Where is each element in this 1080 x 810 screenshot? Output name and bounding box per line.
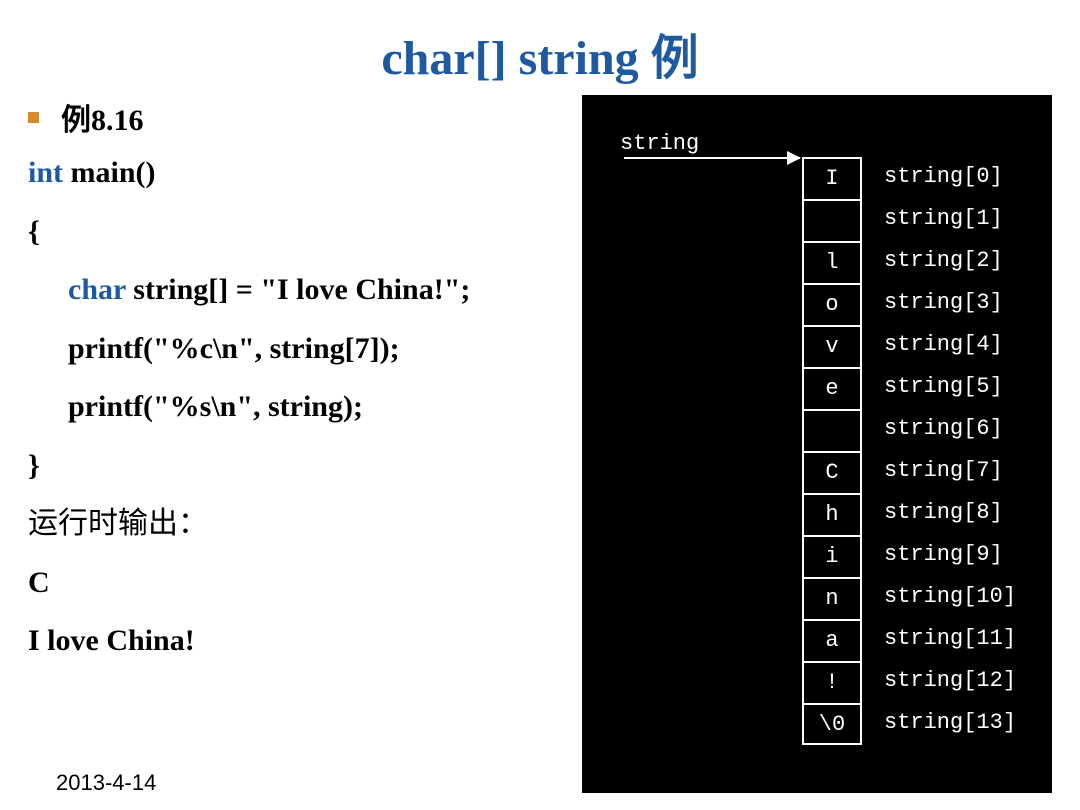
index-label: string[10] bbox=[878, 577, 1016, 619]
cell: o bbox=[802, 283, 862, 325]
content-area: 例8.16 int main() { char string[] = "I lo… bbox=[28, 95, 588, 680]
memory-diagram: string I l o v e C h i n a ! \0 string[0… bbox=[582, 95, 1052, 793]
index-label: string[13] bbox=[878, 703, 1016, 745]
cell: C bbox=[802, 451, 862, 493]
cell: h bbox=[802, 493, 862, 535]
bullet-icon bbox=[28, 112, 39, 123]
code-brace-open: { bbox=[28, 212, 588, 253]
index-label: string[2] bbox=[878, 241, 1016, 283]
arrow-icon bbox=[624, 157, 800, 159]
index-label: string[1] bbox=[878, 199, 1016, 241]
cell: n bbox=[802, 577, 862, 619]
output-line-1: C bbox=[28, 563, 588, 604]
code-brace-close: } bbox=[28, 446, 588, 487]
index-label: string[8] bbox=[878, 493, 1016, 535]
cell: \0 bbox=[802, 703, 862, 745]
cell: i bbox=[802, 535, 862, 577]
index-label: string[9] bbox=[878, 535, 1016, 577]
output-line-2: I love China! bbox=[28, 621, 588, 662]
cell: l bbox=[802, 241, 862, 283]
code-line-1: int main() bbox=[28, 153, 588, 194]
index-label: string[11] bbox=[878, 619, 1016, 661]
index-label: string[5] bbox=[878, 367, 1016, 409]
diagram-labels: string[0] string[1] string[2] string[3] … bbox=[878, 157, 1016, 745]
index-label: string[4] bbox=[878, 325, 1016, 367]
cell: v bbox=[802, 325, 862, 367]
code-text: main() bbox=[63, 156, 156, 189]
cell: e bbox=[802, 367, 862, 409]
code-line-3: printf("%c\n", string[7]); bbox=[28, 329, 588, 370]
cell bbox=[802, 199, 862, 241]
output-section: 运行时输出： C I love China! bbox=[28, 504, 588, 662]
code-text: string[] = "I love China!"; bbox=[126, 273, 471, 306]
cell: a bbox=[802, 619, 862, 661]
index-label: string[3] bbox=[878, 283, 1016, 325]
index-label: string[12] bbox=[878, 661, 1016, 703]
index-label: string[7] bbox=[878, 451, 1016, 493]
cell bbox=[802, 409, 862, 451]
example-label: 例8.16 bbox=[61, 95, 144, 139]
slide-title: char[] string 例 bbox=[0, 0, 1080, 98]
code-line-4: printf("%s\n", string); bbox=[28, 387, 588, 428]
output-label: 运行时输出： bbox=[28, 504, 588, 545]
keyword-int: int bbox=[28, 156, 63, 189]
keyword-char: char bbox=[68, 273, 126, 306]
diagram-var-label: string bbox=[620, 131, 699, 156]
bullet-item: 例8.16 bbox=[28, 95, 588, 139]
code-line-2: char string[] = "I love China!"; bbox=[28, 270, 588, 311]
cell: ! bbox=[802, 661, 862, 703]
diagram-cells: I l o v e C h i n a ! \0 bbox=[802, 157, 862, 745]
index-label: string[6] bbox=[878, 409, 1016, 451]
footer-date: 2013-4-14 bbox=[56, 770, 156, 796]
index-label: string[0] bbox=[878, 157, 1016, 199]
cell: I bbox=[802, 157, 862, 199]
